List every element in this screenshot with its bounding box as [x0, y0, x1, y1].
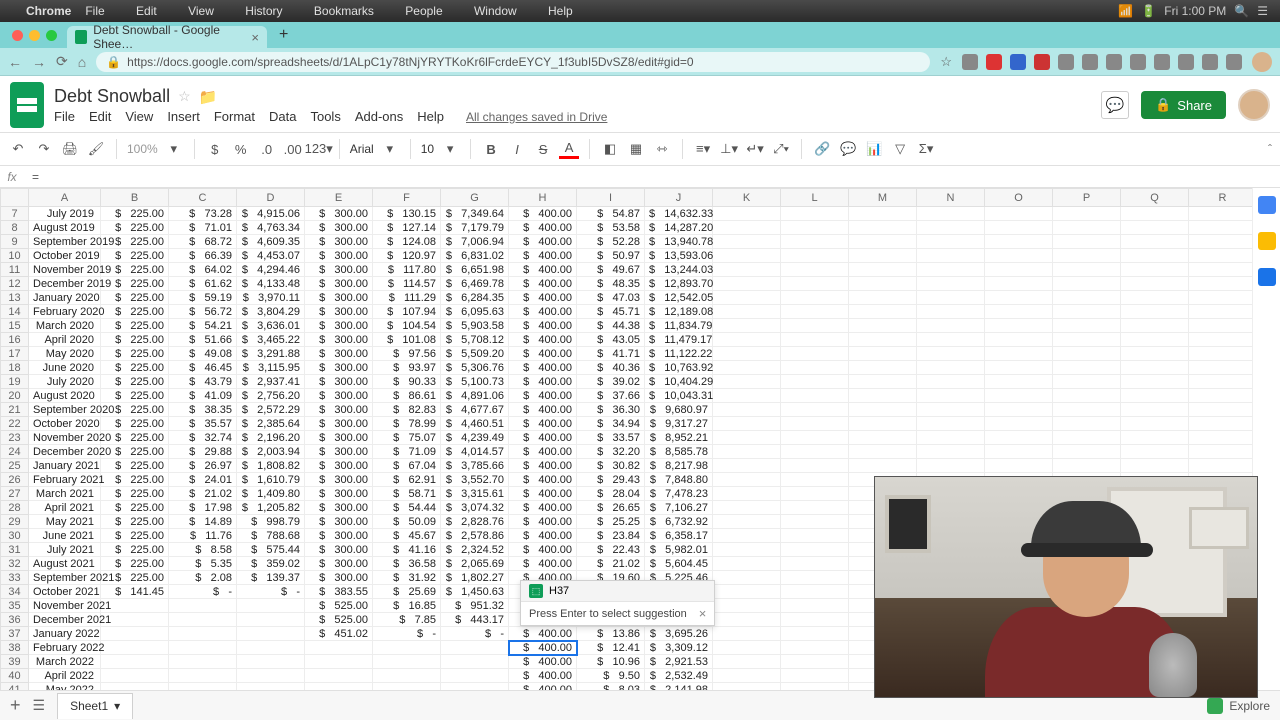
tab-title: Debt Snowball - Google Shee… — [93, 23, 241, 51]
url-field[interactable]: 🔒 https://docs.google.com/spreadsheets/d… — [96, 52, 930, 72]
chrome-tabstrip: Debt Snowball - Google Shee… × + — [0, 22, 1280, 48]
fontsize-select[interactable]: 10 — [421, 142, 434, 156]
wrap-icon[interactable]: ↵▾ — [745, 139, 765, 159]
new-tab-button[interactable]: + — [271, 26, 296, 44]
keep-icon[interactable] — [1258, 232, 1276, 250]
merge-icon[interactable]: ⇿ — [652, 139, 672, 159]
all-sheets-button[interactable]: ☰ — [33, 697, 46, 714]
sheet-tab[interactable]: Sheet1▾ — [57, 693, 133, 719]
explore-button[interactable]: Explore — [1207, 698, 1270, 714]
chrome-addressbar: ← → ⟳ ⌂ 🔒 https://docs.google.com/spread… — [0, 48, 1280, 76]
menu-help[interactable]: Help — [548, 4, 573, 18]
functions-icon[interactable]: Σ▾ — [916, 139, 936, 159]
docs-menu: File Edit View Insert Format Data Tools Add-ons… — [54, 109, 1091, 124]
formula-bar[interactable]: fx = — [0, 166, 1280, 188]
close-icon[interactable]: × — [699, 606, 707, 621]
sheets-toolbar: ↶ ↷ 🖨 🖌 100%▾ $ % .0 .00 123▾ Arial▾ 10▾… — [0, 132, 1280, 166]
textcolor-icon[interactable]: A — [559, 139, 579, 159]
document-title[interactable]: Debt Snowball — [54, 86, 170, 107]
docs-menu-view[interactable]: View — [125, 109, 153, 124]
back-icon[interactable]: ← — [8, 54, 22, 70]
font-select[interactable]: Arial — [350, 142, 374, 156]
fillcolor-icon[interactable]: ◧ — [600, 139, 620, 159]
profile-avatar[interactable] — [1252, 52, 1272, 72]
filter-icon[interactable]: ▽ — [890, 139, 910, 159]
menu-history[interactable]: History — [245, 4, 282, 18]
more-formats-icon[interactable]: 123▾ — [309, 139, 329, 159]
suggestion-ref[interactable]: H37 — [549, 585, 569, 597]
increase-decimal-icon[interactable]: .00 — [283, 139, 303, 159]
paint-format-icon[interactable]: 🖌 — [86, 139, 106, 159]
sheets-logo-icon[interactable] — [10, 82, 44, 128]
add-sheet-button[interactable]: + — [10, 695, 21, 716]
folder-icon[interactable]: 📁 — [199, 88, 218, 106]
italic-icon[interactable]: I — [507, 139, 527, 159]
tasks-icon[interactable] — [1258, 268, 1276, 286]
star-icon[interactable]: ☆ — [940, 54, 952, 70]
docs-header: Debt Snowball ☆ 📁 File Edit View Insert Form… — [0, 76, 1280, 128]
star-icon[interactable]: ☆ — [178, 88, 191, 105]
forward-icon[interactable]: → — [32, 54, 46, 70]
menu-bookmarks[interactable]: Bookmarks — [314, 4, 374, 18]
close-icon[interactable]: × — [251, 30, 259, 45]
borders-icon[interactable]: ▦ — [626, 139, 646, 159]
docs-menu-insert[interactable]: Insert — [167, 109, 200, 124]
window-controls[interactable] — [6, 22, 63, 48]
menu-edit[interactable]: Edit — [136, 4, 157, 18]
menubar-status: 📶🔋Fri 1:00 PM🔍☰ — [1118, 4, 1268, 18]
lock-icon: 🔒 — [106, 55, 121, 69]
lock-icon: 🔒 — [1155, 97, 1171, 113]
menu-people[interactable]: People — [405, 4, 442, 18]
docs-menu-edit[interactable]: Edit — [89, 109, 111, 124]
formula-suggestion-popup: ⬚ H37 Press Enter to select suggestion × — [520, 580, 715, 626]
docs-menu-tools[interactable]: Tools — [310, 109, 340, 124]
valign-icon[interactable]: ⊥▾ — [719, 139, 739, 159]
account-avatar[interactable] — [1238, 89, 1270, 121]
docs-menu-file[interactable]: File — [54, 109, 75, 124]
zoom-select[interactable]: 100% — [127, 142, 158, 156]
undo-icon[interactable]: ↶ — [8, 139, 28, 159]
percent-icon[interactable]: % — [231, 139, 251, 159]
docs-menu-add-ons[interactable]: Add-ons — [355, 109, 403, 124]
chart-icon[interactable]: 📊 — [864, 139, 884, 159]
explore-icon — [1207, 698, 1223, 714]
share-button[interactable]: 🔒 Share — [1141, 91, 1226, 119]
collapse-toolbar-icon[interactable]: ˆ — [1268, 142, 1272, 156]
halign-icon[interactable]: ≡▾ — [693, 139, 713, 159]
reload-icon[interactable]: ⟳ — [56, 53, 68, 70]
app-name[interactable]: Chrome — [26, 4, 71, 18]
menu-file[interactable]: File — [85, 4, 104, 18]
home-icon[interactable]: ⌂ — [78, 54, 86, 70]
bold-icon[interactable]: B — [481, 139, 501, 159]
save-status: All changes saved in Drive — [466, 110, 607, 124]
macos-menubar: Chrome File Edit View History Bookmarks … — [0, 0, 1280, 22]
sheets-favicon-icon — [75, 30, 87, 44]
menu-window[interactable]: Window — [474, 4, 517, 18]
docs-menu-data[interactable]: Data — [269, 109, 296, 124]
rotate-icon[interactable]: ⤢▾ — [771, 139, 791, 159]
decrease-decimal-icon[interactable]: .0 — [257, 139, 277, 159]
docs-menu-format[interactable]: Format — [214, 109, 255, 124]
link-icon[interactable]: 🔗 — [812, 139, 832, 159]
suggestion-message: Press Enter to select suggestion — [529, 608, 687, 620]
calendar-icon[interactable] — [1258, 196, 1276, 214]
menu-view[interactable]: View — [188, 4, 214, 18]
print-icon[interactable]: 🖨 — [60, 139, 80, 159]
browser-tab[interactable]: Debt Snowball - Google Shee… × — [67, 26, 267, 48]
formula-value[interactable]: = — [24, 170, 39, 184]
extensions[interactable] — [962, 54, 1242, 70]
redo-icon[interactable]: ↷ — [34, 139, 54, 159]
currency-icon[interactable]: $ — [205, 139, 225, 159]
webcam-overlay — [874, 476, 1258, 698]
comments-button[interactable]: 💬 — [1101, 91, 1129, 119]
docs-menu-help[interactable]: Help — [417, 109, 444, 124]
strike-icon[interactable]: S — [533, 139, 553, 159]
comment-icon[interactable]: 💬 — [838, 139, 858, 159]
fx-icon: fx — [0, 170, 24, 184]
suggestion-icon: ⬚ — [529, 584, 543, 598]
